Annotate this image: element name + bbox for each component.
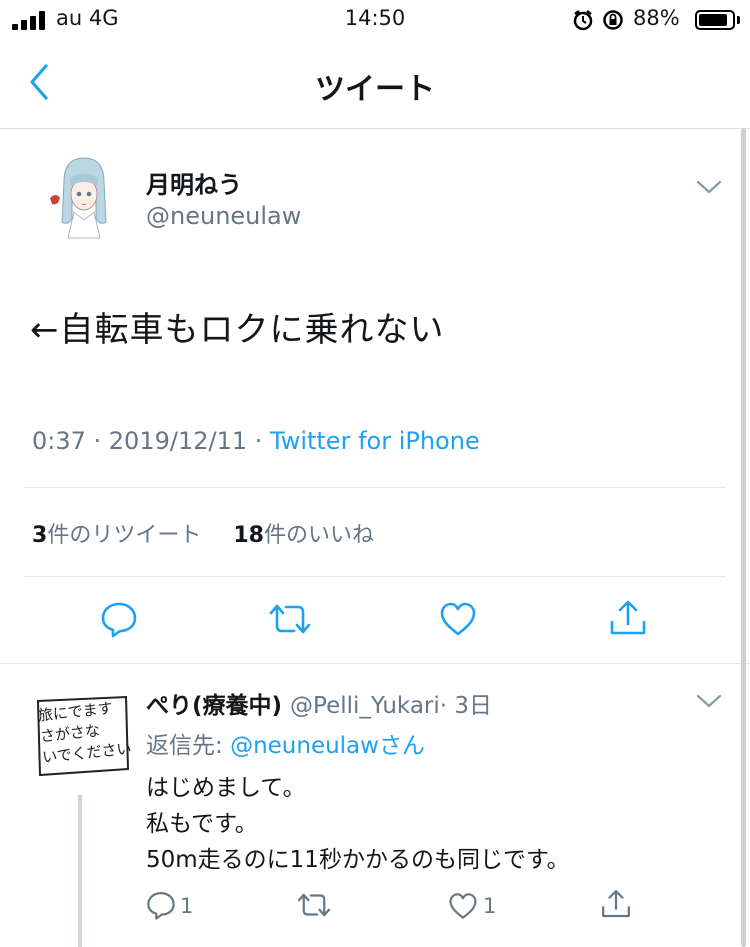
reply-author-name[interactable]: ぺり(療養中) [146,693,282,719]
like-count: 1 [483,894,497,918]
tweet-author-name[interactable]: 月明ねう [146,165,242,200]
share-icon[interactable] [608,598,648,638]
battery-tip [737,16,740,24]
tweet-timestamp: 0:37 · 2019/12/11 · [32,427,270,455]
chevron-down-icon[interactable] [696,179,722,195]
alarm-clock-icon [572,9,594,36]
battery-percent: 88% [633,6,680,30]
chevron-down-icon[interactable] [696,693,722,709]
battery-icon [695,10,735,30]
heart-icon[interactable] [439,601,477,637]
divider [24,576,726,577]
avatar-handwriting: 旅にでます さがさな いでください [37,699,133,767]
avatar[interactable] [48,152,118,242]
heart-icon[interactable] [448,892,478,920]
reply-icon[interactable] [100,600,138,638]
tweet-author-handle[interactable]: @neuneulaw [146,202,301,230]
reply-text: はじめまして。 私もです。 50m走るのに11秒かかるのも同じです。 [146,775,570,873]
rotation-lock-icon [602,9,624,36]
scrollbar[interactable] [741,128,746,947]
tweet-source-link[interactable]: Twitter for iPhone [270,427,480,455]
reply-icon[interactable] [146,890,176,920]
like-stat[interactable]: 18件のいいね [233,523,374,548]
reply-author[interactable]: ぺり(療養中) @Pelli_Yukari· 3日 [146,686,492,720]
retweet-stat[interactable]: 3件のリツイート [32,523,201,548]
divider [24,487,726,488]
retweet-icon[interactable] [268,600,312,638]
share-icon[interactable] [600,888,632,920]
status-bar: au 4G 14:50 88% [0,0,750,40]
reply-count: 1 [180,894,194,918]
thread-line [78,795,82,947]
divider [0,663,750,664]
reply-age: · 3日 [439,693,493,719]
reply-avatar[interactable]: 旅にでます さがさな いでください [34,695,133,777]
tweet-meta: 0:37 · 2019/12/11 · Twitter for iPhone [32,427,480,455]
retweet-icon[interactable] [296,890,332,920]
tweet-text: ←自転車もロクに乗れない [30,310,445,350]
tweet-stats: 3件のリツイート 18件のいいね [32,517,374,549]
reply-author-handle[interactable]: @Pelli_Yukari [290,693,440,719]
page-title: ツイート [315,72,435,107]
reply-to: 返信先: @neuneulawさん [146,733,425,759]
reply-to-handle-link[interactable]: @neuneulaw [230,733,379,759]
